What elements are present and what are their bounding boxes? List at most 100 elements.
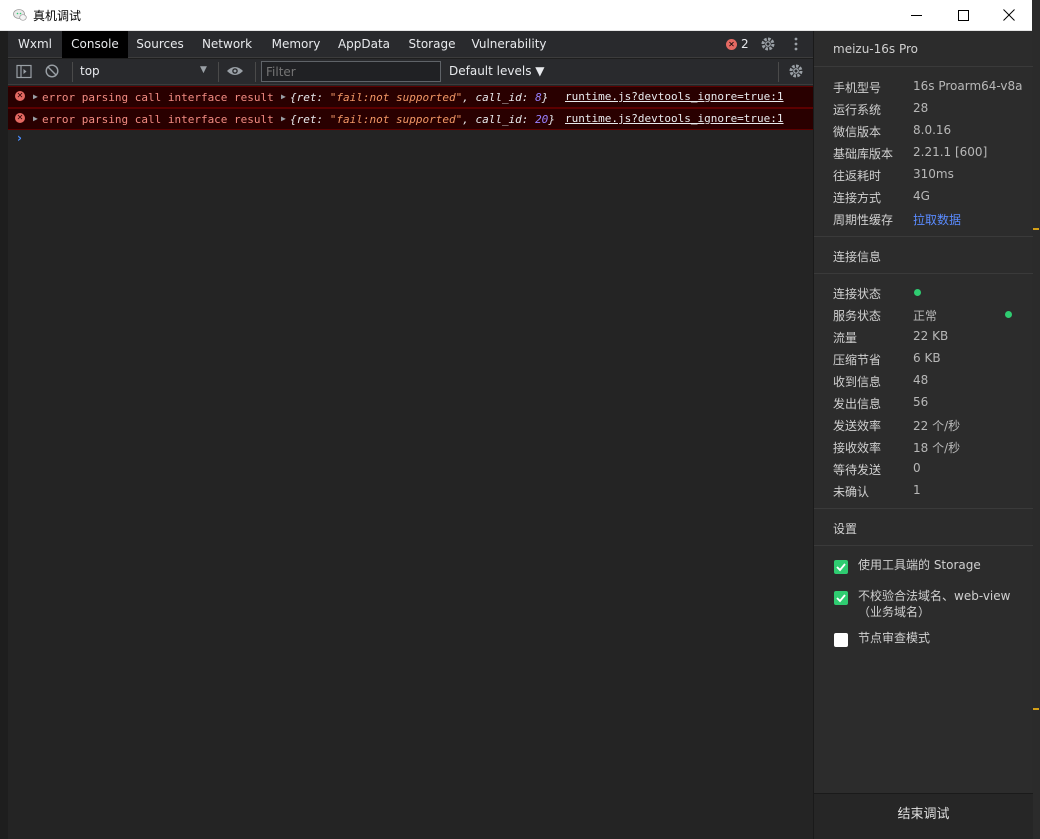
service-status-dot	[1005, 311, 1012, 318]
toolbar-divider	[218, 62, 219, 82]
conn-value: 48	[913, 373, 929, 387]
conn-value: 22 KB	[913, 329, 949, 343]
live-expression-eye-icon[interactable]	[226, 64, 244, 78]
use-tool-storage-checkbox[interactable]	[834, 560, 848, 574]
maximize-button[interactable]	[940, 0, 986, 30]
context-dropdown-arrow-icon[interactable]: ▼	[200, 65, 207, 75]
context-selector[interactable]: top	[80, 64, 100, 78]
conn-label: 连接状态	[833, 287, 882, 301]
connection-status-dot	[914, 289, 921, 296]
conn-value: 22 个/秒	[913, 419, 961, 433]
show-sidebar-icon[interactable]	[16, 64, 32, 79]
panel-divider	[814, 66, 1033, 67]
tab-storage[interactable]: Storage	[398, 31, 466, 58]
console-prompt-icon[interactable]: ›	[17, 131, 22, 145]
devtools-tabbar: Wxml Console Sources Network Memory AppD…	[8, 31, 813, 58]
conn-label: 未确认	[833, 485, 870, 499]
conn-value: 正常	[913, 309, 938, 323]
log-levels-dropdown[interactable]: Default levels ▼	[449, 64, 545, 78]
conn-row-unacked: 未确认 1	[833, 483, 1028, 501]
info-label: 微信版本	[833, 125, 882, 139]
expand-object-triangle-icon[interactable]: ▶	[281, 87, 286, 107]
close-window-button[interactable]	[986, 0, 1032, 30]
object-close: }	[541, 91, 549, 104]
tab-memory[interactable]: Memory	[262, 31, 330, 58]
conn-value: 18 个/秒	[913, 441, 961, 455]
info-row-rtt: 往返耗时 310ms	[833, 167, 1028, 185]
error-count: 2	[741, 37, 749, 51]
device-name: meizu-16s Pro	[833, 42, 919, 56]
ret-value: "fail:not supported"	[329, 113, 463, 126]
node-inspect-checkbox[interactable]	[834, 633, 848, 647]
info-label: 往返耗时	[833, 169, 882, 183]
tab-network[interactable]: Network	[192, 31, 262, 58]
fetch-data-link[interactable]: 拉取数据	[913, 211, 961, 228]
conn-row-send-rate: 发送效率 22 个/秒	[833, 417, 1028, 435]
console-settings-gear-icon[interactable]	[788, 63, 804, 79]
panel-divider	[814, 508, 1033, 509]
info-row-os: 运行系统 28	[833, 101, 1028, 119]
error-object-preview[interactable]: {ret: "fail:not supported", call_id: 20}	[290, 110, 555, 130]
source-link[interactable]: runtime.js?devtools_ignore=true:1	[565, 87, 784, 107]
conn-label: 流量	[833, 331, 858, 345]
use-tool-storage-label[interactable]: 使用工具端的 Storage	[858, 557, 1023, 573]
console-error-message[interactable]: ✕ ▶ error parsing call interface result …	[8, 108, 813, 130]
console-error-message[interactable]: ✕ ▶ error parsing call interface result …	[8, 86, 813, 108]
object-open: {ret:	[290, 91, 330, 104]
tab-sources[interactable]: Sources	[128, 31, 192, 58]
console-output[interactable]: ✕ ▶ error parsing call interface result …	[8, 85, 813, 839]
conn-row-status: 连接状态	[833, 285, 1028, 303]
conn-label: 接收效率	[833, 441, 882, 455]
conn-row-pending: 等待发送 0	[833, 461, 1028, 479]
devtools-app-icon	[13, 9, 27, 21]
toolbar-divider	[778, 62, 779, 82]
expand-triangle-icon[interactable]: ▶	[33, 87, 38, 107]
skip-domain-check-label[interactable]: 不校验合法域名、web-view（业务域名）	[858, 588, 1023, 620]
edge-marker	[1033, 708, 1039, 710]
error-icon: ✕	[15, 113, 25, 123]
edge-marker	[1033, 228, 1039, 230]
conn-label: 服务状态	[833, 309, 882, 323]
info-label: 运行系统	[833, 103, 882, 117]
settings-gear-icon[interactable]	[760, 36, 776, 52]
source-link[interactable]: runtime.js?devtools_ignore=true:1	[565, 109, 784, 129]
object-open: {ret:	[290, 113, 330, 126]
tab-wxml[interactable]: Wxml	[8, 31, 62, 58]
maximize-icon	[957, 9, 969, 21]
close-icon	[1003, 9, 1015, 21]
object-mid: , call_id:	[462, 91, 536, 104]
console-toolbar: top ▼ Default levels ▼	[8, 59, 813, 85]
connection-section-title: 连接信息	[833, 250, 882, 264]
clear-console-icon[interactable]	[45, 64, 59, 78]
conn-value: 0	[913, 461, 921, 475]
settings-section-title: 设置	[833, 522, 858, 536]
panel-divider	[814, 236, 1033, 237]
more-options-icon[interactable]	[794, 36, 798, 52]
info-label: 基础库版本	[833, 147, 894, 161]
skip-domain-check-checkbox[interactable]	[834, 591, 848, 605]
error-text: error parsing call interface result	[42, 113, 274, 126]
tab-appdata[interactable]: AppData	[330, 31, 398, 58]
info-value: 310ms	[913, 167, 954, 181]
expand-object-triangle-icon[interactable]: ▶	[281, 109, 286, 129]
error-count-badge[interactable]: ✕ 2	[726, 37, 749, 51]
conn-value: 56	[913, 395, 929, 409]
conn-label: 收到信息	[833, 375, 882, 389]
conn-row-service: 服务状态 正常	[833, 307, 1028, 325]
tab-vulnerability[interactable]: Vulnerability	[466, 31, 552, 58]
minimize-button[interactable]	[893, 0, 939, 30]
expand-triangle-icon[interactable]: ▶	[33, 109, 38, 129]
checkmark-icon	[836, 594, 846, 603]
filter-input[interactable]	[261, 61, 441, 82]
end-debug-button[interactable]: 结束调试	[814, 793, 1033, 839]
info-row-wechat-version: 微信版本 8.0.16	[833, 123, 1028, 141]
conn-row-received: 收到信息 48	[833, 373, 1028, 391]
error-object-preview[interactable]: {ret: "fail:not supported", call_id: 8}	[290, 88, 548, 108]
conn-label: 发送效率	[833, 419, 882, 433]
window-title: 真机调试	[33, 9, 82, 23]
info-value: 16s Proarm64-v8a	[913, 79, 1023, 93]
tab-console[interactable]: Console	[62, 31, 128, 58]
node-inspect-label[interactable]: 节点审查模式	[858, 630, 1023, 646]
panel-divider	[814, 273, 1033, 274]
toolbar-divider	[72, 62, 73, 82]
